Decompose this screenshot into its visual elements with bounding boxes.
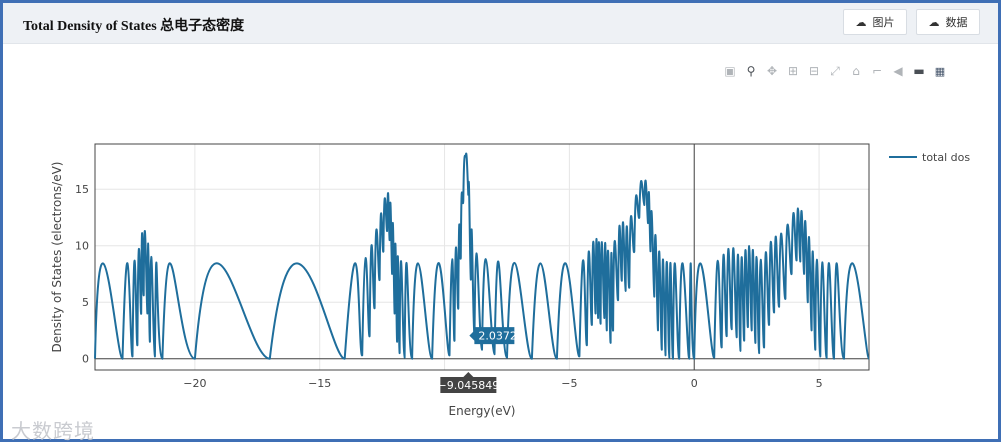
x-tick-label: 5 [816, 377, 823, 390]
dos-chart[interactable]: −20 −15 −5 0 5 0 5 10 15 Energy(eV) Density of … [3, 44, 998, 439]
cloud-download-icon: ☁ [855, 15, 867, 29]
x-axis-title: Energy(eV) [449, 404, 516, 418]
download-image-label: 图片 [872, 16, 895, 29]
y-tick-labels: 0 5 10 15 [75, 183, 89, 366]
hover-tooltip-x-label: −9.045849 [438, 379, 500, 392]
panel-header: Total Density of States 总电子态密度 ☁ 图片 ☁ 数据 [3, 3, 998, 44]
y-tick-label: 15 [75, 183, 89, 196]
panel-title: Total Density of States 总电子态密度 [23, 19, 245, 34]
x-tick-label: 0 [691, 377, 698, 390]
hover-tooltip-y-label: 2.0372 [478, 330, 516, 343]
y-tick-label: 10 [75, 240, 89, 253]
legend-label: total dos [922, 151, 970, 164]
download-data-label: 数据 [945, 16, 968, 29]
download-image-button[interactable]: ☁ 图片 [843, 9, 907, 35]
x-tick-label: −15 [308, 377, 331, 390]
download-data-button[interactable]: ☁ 数据 [916, 9, 980, 35]
y-tick-label: 5 [82, 296, 89, 309]
hover-tooltip-y: 2.0372 [469, 327, 517, 345]
x-tick-label: −20 [183, 377, 206, 390]
chart-panel: Total Density of States 总电子态密度 ☁ 图片 ☁ 数据… [0, 0, 1001, 443]
legend[interactable]: total dos [889, 151, 970, 164]
hover-tooltip-x: −9.045849 [438, 372, 500, 393]
y-axis-title: Density of States (electrons/eV) [50, 162, 64, 353]
watermark: 大数跨境 [11, 419, 95, 443]
x-tick-labels: −20 −15 −5 0 5 [183, 377, 822, 390]
y-tick-label: 0 [82, 353, 89, 366]
x-tick-label: −5 [561, 377, 577, 390]
cloud-download-icon: ☁ [928, 15, 940, 29]
